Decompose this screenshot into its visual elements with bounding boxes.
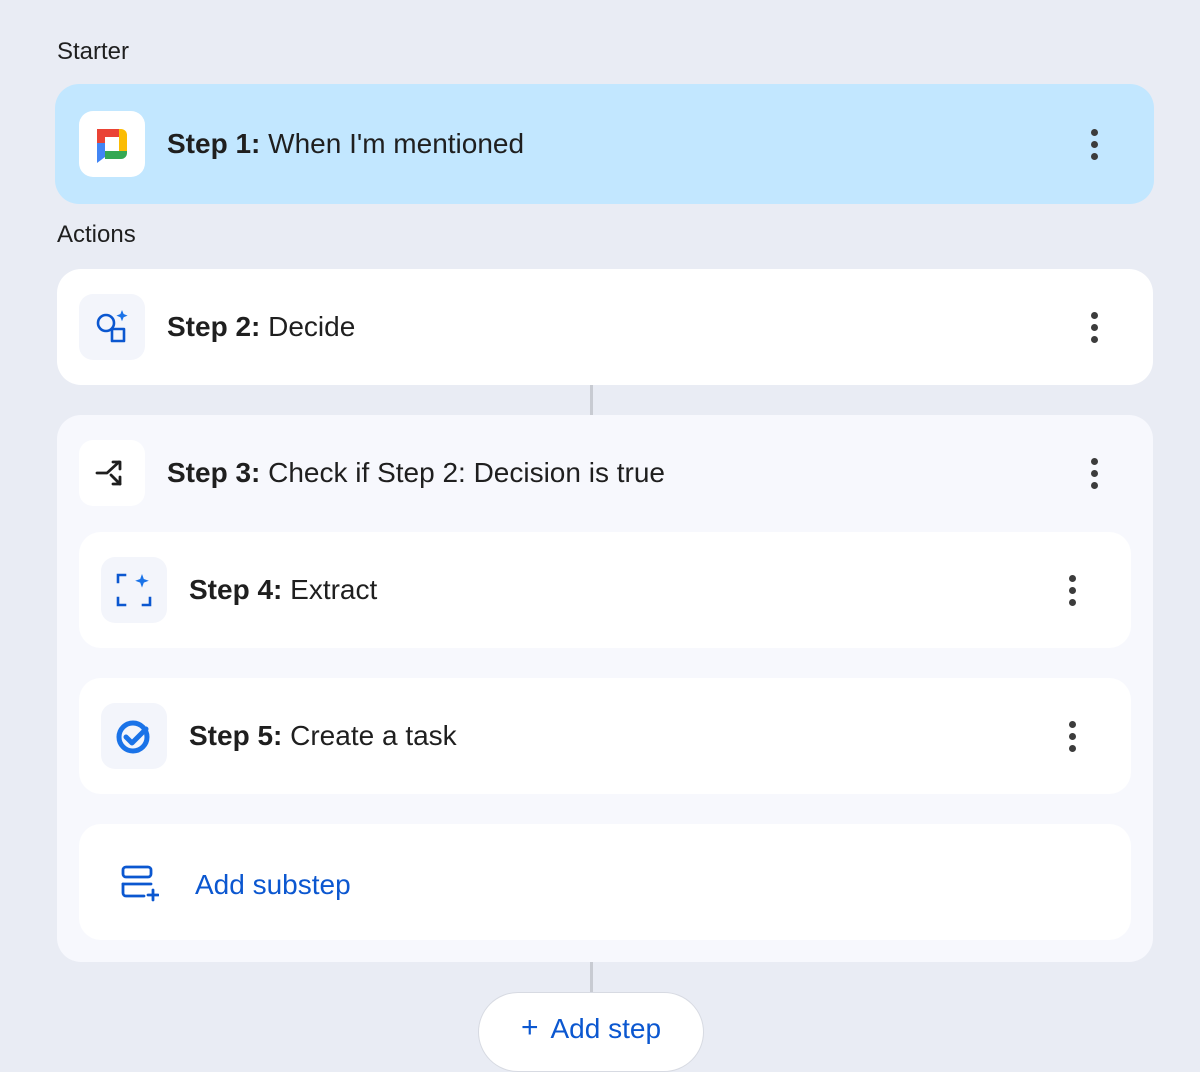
step-5-label: Create a task: [290, 720, 457, 751]
add-step-label: Add step: [550, 1013, 662, 1044]
step-3-label: Check if Step 2: Decision is true: [268, 457, 665, 488]
branch-icon: [79, 440, 145, 506]
step-3-header[interactable]: Step 3: Check if Step 2: Decision is tru…: [79, 440, 1153, 506]
step-2-more-options-icon[interactable]: [1074, 307, 1114, 347]
add-substep-label: Add substep: [195, 868, 351, 900]
step-2-label: Decide: [268, 311, 356, 342]
step-5-title: Step 5: Create a task: [189, 720, 457, 752]
step-2-prefix: Step 2:: [167, 311, 261, 342]
step-3-title: Step 3: Check if Step 2: Decision is tru…: [167, 457, 665, 489]
step-1-title: Step 1: When I'm mentioned: [167, 128, 524, 160]
step-4-more-options-icon[interactable]: [1052, 570, 1092, 610]
step-2-title: Step 2: Decide: [167, 311, 355, 343]
step-1-label: When I'm mentioned: [268, 128, 525, 159]
step-1-prefix: Step 1:: [167, 128, 261, 159]
step-connector: [590, 962, 593, 992]
starter-section-label: Starter: [57, 38, 130, 65]
step-3-prefix: Step 3:: [167, 457, 261, 488]
step-3-more-options-icon[interactable]: [1074, 453, 1114, 493]
add-substep-button[interactable]: Add substep: [79, 824, 1131, 940]
step-5-prefix: Step 5:: [189, 720, 283, 751]
step-2-card[interactable]: Step 2: Decide: [57, 269, 1153, 385]
google-chat-icon: [79, 111, 145, 177]
step-4-title: Step 4: Extract: [189, 574, 377, 606]
add-substep-icon: [119, 862, 160, 907]
step-1-card[interactable]: Step 1: When I'm mentioned: [55, 84, 1154, 204]
step-1-more-options-icon[interactable]: [1074, 124, 1114, 164]
step-5-card[interactable]: Step 5: Create a task: [79, 678, 1131, 794]
extract-sparkle-icon: [101, 557, 167, 623]
step-5-more-options-icon[interactable]: [1052, 716, 1092, 756]
add-step-button[interactable]: + Add step: [478, 992, 704, 1072]
step-4-prefix: Step 4:: [189, 574, 283, 605]
step-connector: [590, 385, 593, 415]
step-3-group: Step 3: Check if Step 2: Decision is tru…: [57, 415, 1153, 962]
actions-section-label: Actions: [57, 221, 136, 248]
plus-icon: +: [520, 1011, 539, 1044]
step-4-card[interactable]: Step 4: Extract: [79, 532, 1131, 648]
step-4-label: Extract: [290, 574, 378, 605]
task-check-icon: [101, 703, 167, 769]
decide-sparkle-icon: [79, 294, 145, 360]
